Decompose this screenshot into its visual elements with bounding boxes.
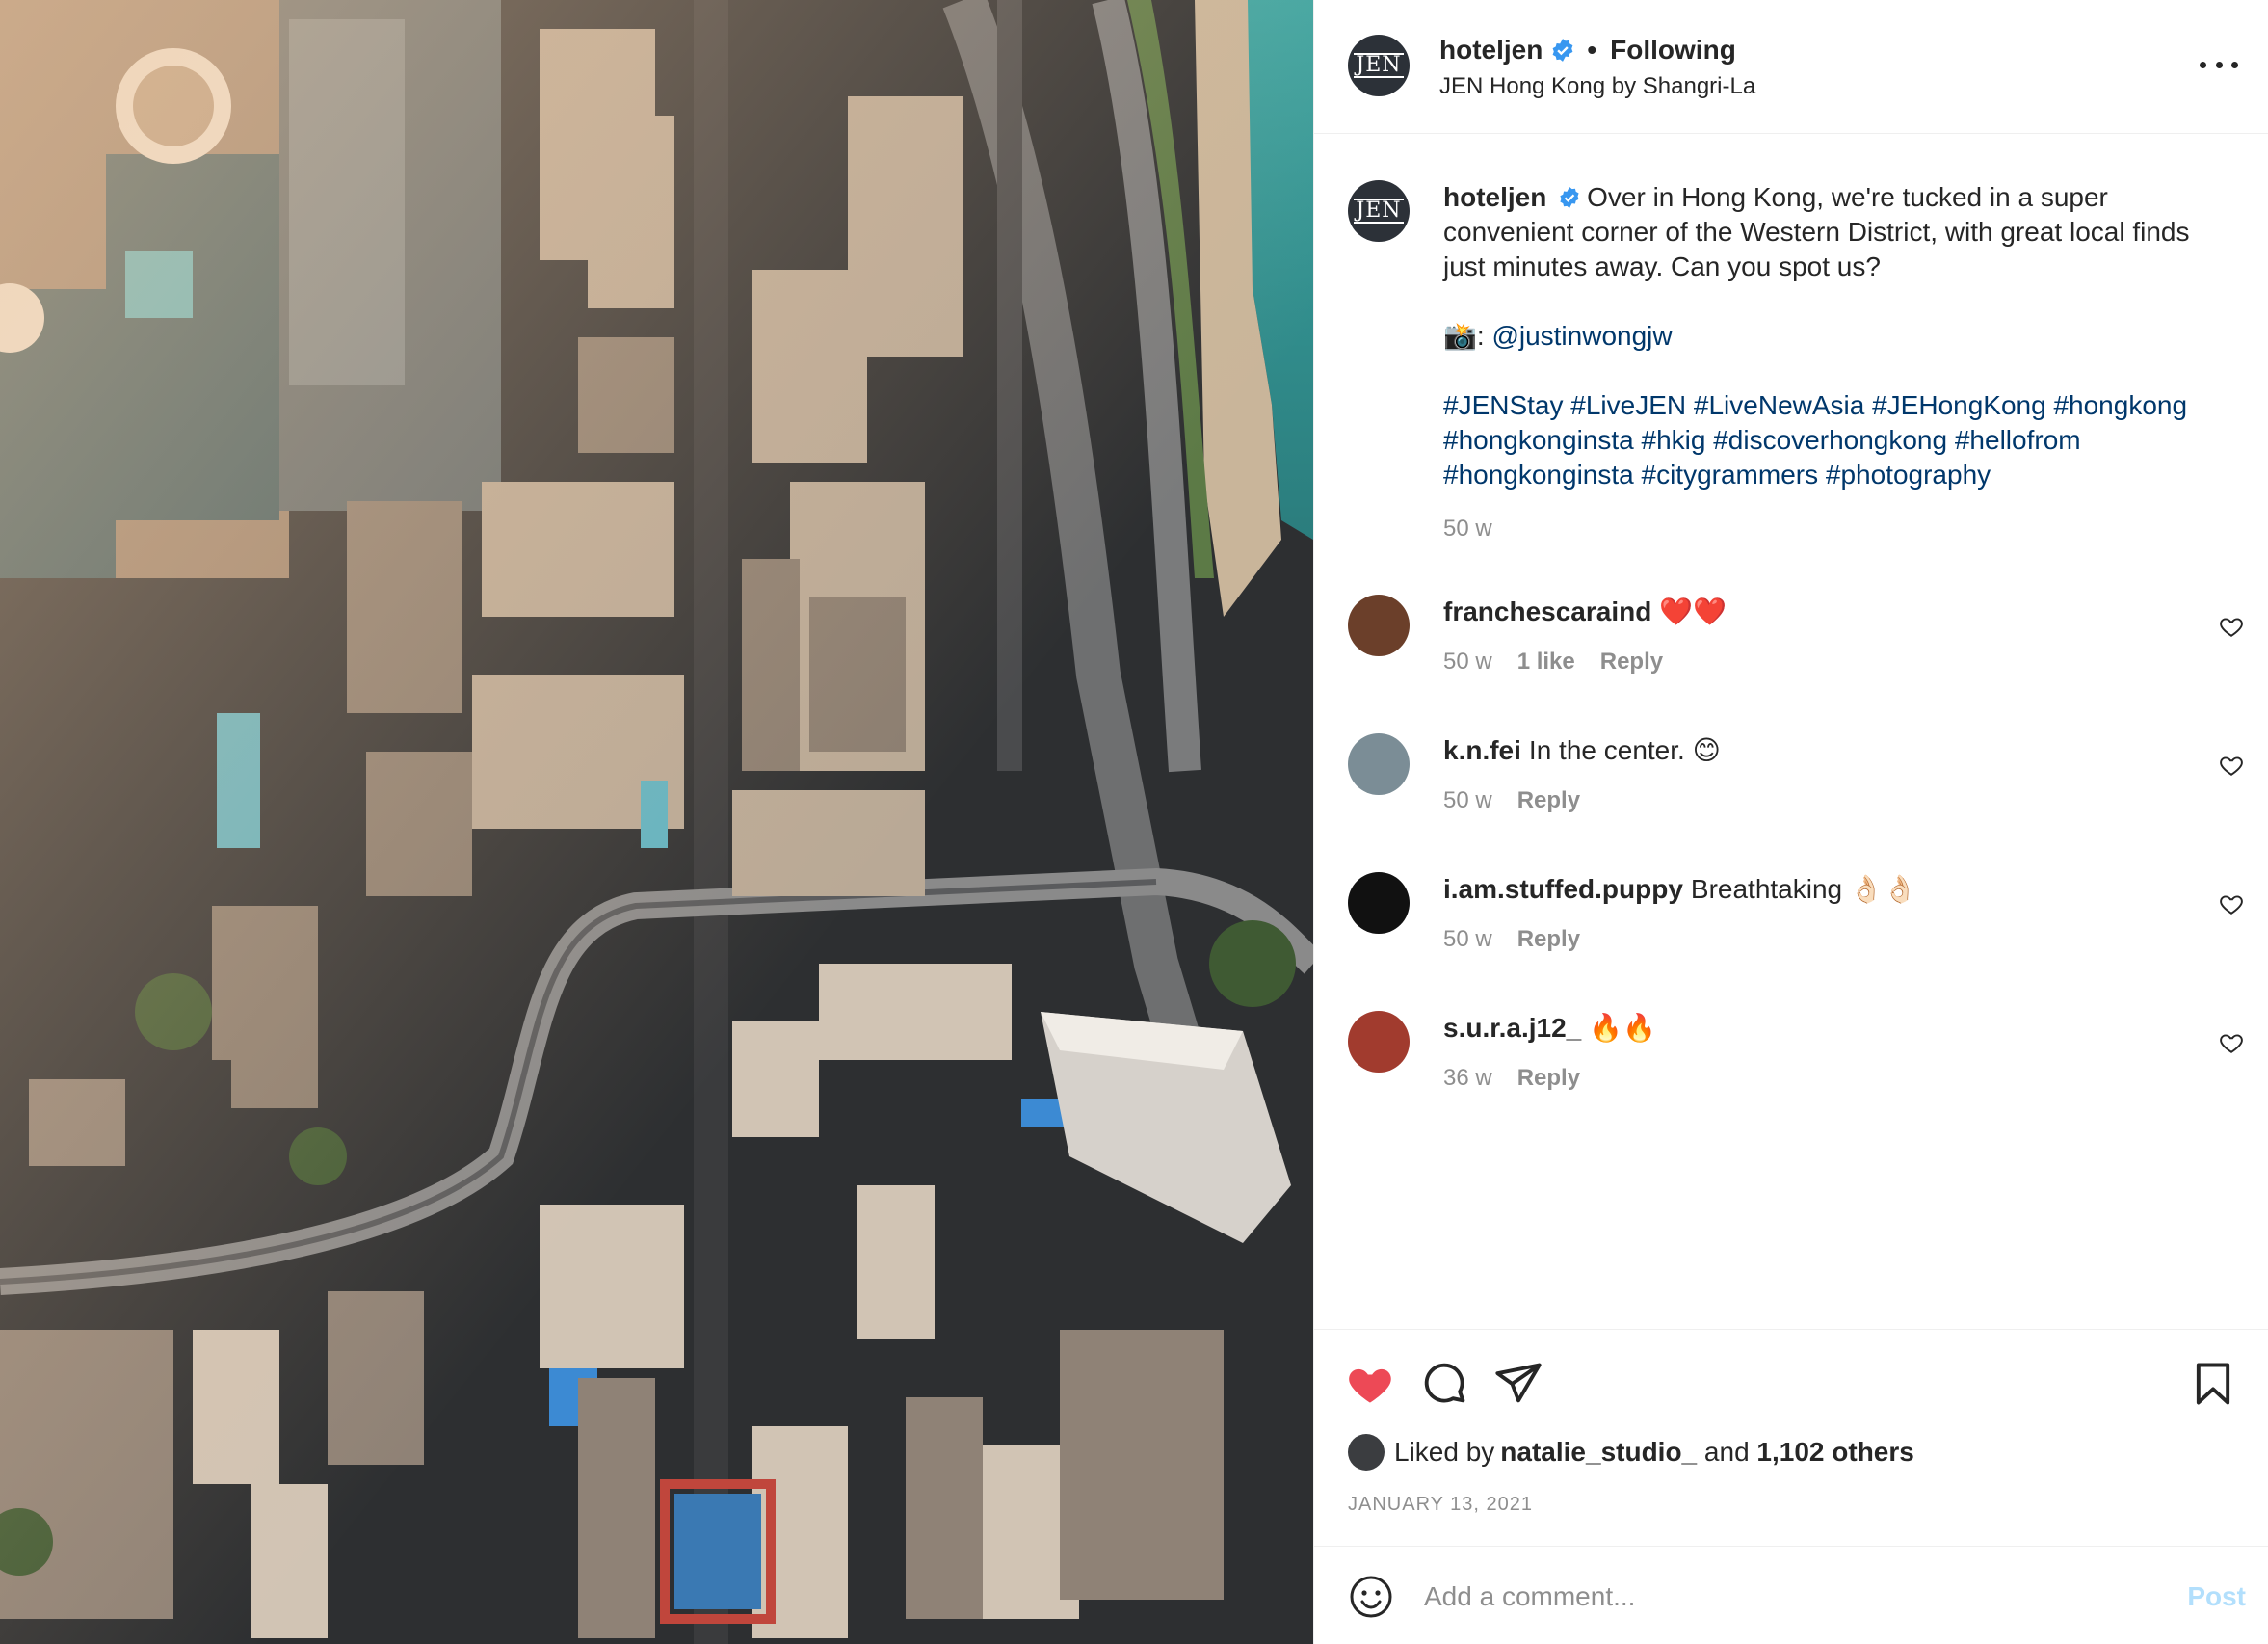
header-user-line: hoteljen • Following (1439, 35, 1736, 66)
hashtag-link[interactable]: #hongkong (2053, 390, 2187, 420)
comment-time[interactable]: 50 w (1443, 649, 1492, 676)
post-photo[interactable] (0, 0, 1313, 1644)
hashtag-link[interactable]: #hkig (1642, 425, 1706, 455)
commenter-avatar[interactable] (1348, 872, 1410, 934)
comment-item: i.am.stuffed.puppy Breathtaking 👌🏻👌🏻 50 w… (1348, 872, 2244, 965)
hashtag-link[interactable]: #LiveNewAsia (1694, 390, 1864, 420)
post-header: JEN hoteljen • Following JEN Hong Kong b… (1314, 0, 2268, 134)
liker-username[interactable]: natalie_studio_ (1500, 1437, 1697, 1468)
commenter-username[interactable]: s.u.r.a.j12_ (1443, 1013, 1581, 1043)
more-options-button[interactable] (2200, 50, 2238, 79)
hashtag-link[interactable]: #photography (1826, 460, 1991, 490)
hashtag-list: #JENStay #LiveJEN #LiveNewAsia #JEHongKo… (1443, 388, 2238, 492)
hashtag-link[interactable]: #hellofrom (1955, 425, 2081, 455)
hashtag-link[interactable]: #LiveJEN (1570, 390, 1686, 420)
reply-button[interactable]: Reply (1517, 787, 1580, 814)
avatar-logo-text: JEN (1354, 53, 1404, 78)
likes-prefix: Liked by (1394, 1437, 1495, 1467)
comments-list[interactable]: JEN hoteljen Over in Hong Kong, we're tu… (1314, 134, 2268, 1329)
commenter-avatar[interactable] (1348, 733, 1410, 795)
comment-time[interactable]: 36 w (1443, 1065, 1492, 1092)
comment-item: k.n.fei In the center. 😊 50 w Reply (1348, 733, 2244, 826)
bookmark-icon[interactable] (2188, 1359, 2238, 1409)
verified-badge-icon (1560, 187, 1579, 208)
comment-meta: 50 w 1 like Reply (1443, 649, 1663, 676)
heart-outline-icon[interactable] (2219, 1030, 2244, 1055)
location-link[interactable]: JEN Hong Kong by Shangri-La (1439, 73, 1755, 100)
caption-avatar[interactable]: JEN (1348, 180, 1410, 242)
comment-meta: 50 w Reply (1443, 787, 1580, 814)
following-button[interactable]: Following (1610, 35, 1736, 66)
comment-body: 🔥🔥 (1589, 1013, 1656, 1043)
aerial-city-image (0, 0, 1313, 1644)
post-comment-button[interactable]: Post (2187, 1581, 2246, 1612)
comment-meta: 50 w Reply (1443, 926, 1580, 953)
hashtag-link[interactable]: #discoverhongkong (1713, 425, 1947, 455)
comment-body: ❤️❤️ (1659, 597, 1727, 626)
heart-outline-icon[interactable] (2219, 891, 2244, 916)
more-dot-icon (2215, 61, 2223, 68)
caption-text: hoteljen Over in Hong Kong, we're tucked… (1443, 180, 2238, 492)
add-comment-bar: Post (1314, 1546, 2268, 1644)
commenter-username[interactable]: k.n.fei (1443, 735, 1521, 765)
paper-plane-icon[interactable] (1493, 1359, 1543, 1409)
commenter-avatar[interactable] (1348, 1011, 1410, 1073)
hashtag-link[interactable]: #JENStay (1443, 390, 1564, 420)
commenter-avatar[interactable] (1348, 595, 1410, 656)
comment-item: franchescaraind ❤️❤️ 50 w 1 like Reply (1348, 595, 2244, 687)
hashtag-link[interactable]: #JEHongKong (1872, 390, 2046, 420)
credit-separator: : (1476, 321, 1492, 351)
comment-text: s.u.r.a.j12_ 🔥🔥 (1443, 1011, 1656, 1046)
smiley-icon[interactable] (1348, 1574, 1394, 1620)
comment-body: In the center. 😊 (1528, 735, 1721, 765)
comment-bubble-icon[interactable] (1420, 1359, 1470, 1409)
hashtag-link[interactable]: #hongkonginsta (1443, 425, 1634, 455)
reply-button[interactable]: Reply (1600, 649, 1663, 676)
comment-meta: 36 w Reply (1443, 1065, 1580, 1092)
camera-emoji: 📸 (1443, 321, 1477, 351)
post-date[interactable]: JANUARY 13, 2021 (1348, 1494, 1533, 1516)
hashtag-link[interactable]: #citygrammers (1642, 460, 1819, 490)
comment-body: Breathtaking 👌🏻👌🏻 (1690, 874, 1917, 904)
verified-badge-icon (1552, 39, 1573, 62)
more-dot-icon (2200, 61, 2206, 68)
likes-summary: Liked by natalie_studio_ and 1,102 other… (1348, 1434, 1914, 1471)
heart-filled-icon[interactable] (1345, 1359, 1395, 1409)
caption-timestamp[interactable]: 50 w (1443, 516, 1492, 543)
heart-outline-icon[interactable] (2219, 614, 2244, 639)
instagram-post: JEN hoteljen • Following JEN Hong Kong b… (0, 0, 2268, 1644)
comment-time[interactable]: 50 w (1443, 926, 1492, 953)
comment-text: franchescaraind ❤️❤️ (1443, 595, 1727, 629)
author-username[interactable]: hoteljen (1439, 35, 1543, 66)
commenter-username[interactable]: i.am.stuffed.puppy (1443, 874, 1683, 904)
comment-text: k.n.fei In the center. 😊 (1443, 733, 1721, 768)
avatar-logo-text: JEN (1354, 199, 1404, 224)
separator-dot: • (1587, 35, 1597, 65)
commenter-username[interactable]: franchescaraind (1443, 597, 1651, 626)
comment-input[interactable] (1422, 1572, 2100, 1622)
post-actions: Liked by natalie_studio_ and 1,102 other… (1314, 1329, 2268, 1546)
hashtag-link[interactable]: #hongkonginsta (1443, 460, 1634, 490)
more-dot-icon (2231, 61, 2238, 68)
caption-body: Over in Hong Kong, we're tucked in a sup… (1443, 182, 2190, 281)
comment-item: s.u.r.a.j12_ 🔥🔥 36 w Reply (1348, 1011, 2244, 1103)
liker-avatar[interactable] (1348, 1434, 1385, 1471)
heart-outline-icon[interactable] (2219, 753, 2244, 778)
author-avatar[interactable]: JEN (1348, 35, 1410, 96)
comment-time[interactable]: 50 w (1443, 787, 1492, 814)
reply-button[interactable]: Reply (1517, 926, 1580, 953)
comment-likes[interactable]: 1 like (1517, 649, 1575, 676)
caption-username[interactable]: hoteljen (1443, 182, 1546, 212)
reply-button[interactable]: Reply (1517, 1065, 1580, 1092)
post-side-panel: JEN hoteljen • Following JEN Hong Kong b… (1313, 0, 2268, 1644)
credit-mention-link[interactable]: @justinwongjw (1491, 321, 1672, 351)
likes-count[interactable]: 1,102 others (1756, 1437, 1913, 1468)
photo-credit: 📸: @justinwongjw (1443, 319, 2238, 354)
likes-and: and (1697, 1437, 1757, 1467)
comment-text: i.am.stuffed.puppy Breathtaking 👌🏻👌🏻 (1443, 872, 1917, 907)
